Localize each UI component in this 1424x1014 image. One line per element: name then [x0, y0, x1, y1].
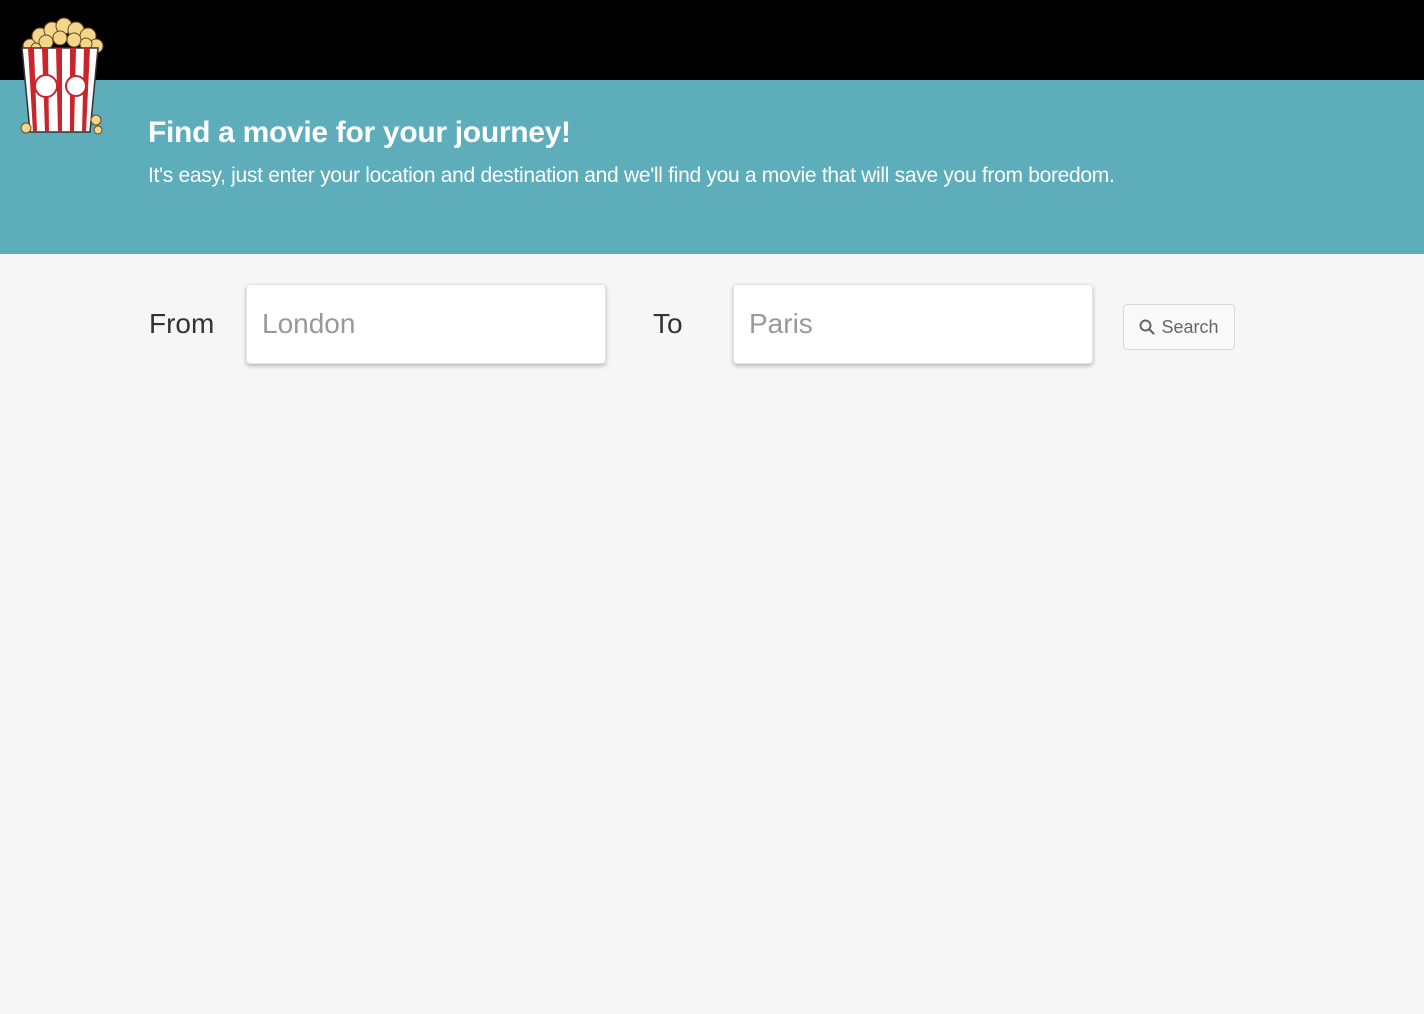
top-bar	[0, 0, 1424, 80]
search-icon	[1139, 319, 1156, 335]
to-label: To	[653, 308, 683, 339]
hero-subtitle: It's easy, just enter your location and …	[148, 164, 1115, 187]
to-input[interactable]	[733, 284, 1093, 364]
from-label: From	[149, 308, 215, 339]
search-section: From To Search	[0, 254, 1424, 1014]
hero-title: Find a movie for your journey!	[148, 116, 571, 149]
search-button-label: Search	[1161, 316, 1219, 337]
from-input[interactable]	[246, 284, 606, 364]
hero-banner: Find a movie for your journey! It's easy…	[0, 80, 1424, 254]
popcorn-box-icon[interactable]	[16, 16, 106, 140]
search-button[interactable]: Search	[1123, 304, 1235, 350]
